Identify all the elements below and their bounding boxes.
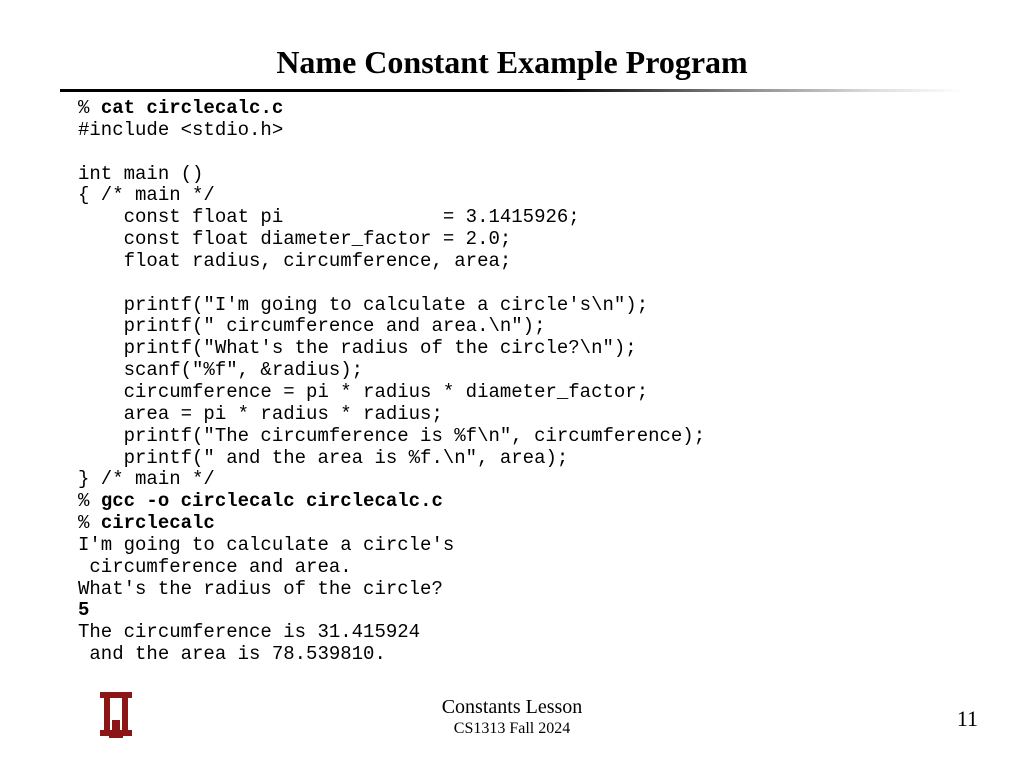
course-label: CS1313 Fall 2024 <box>0 719 1024 738</box>
code-line: circumference = pi * radius * diameter_f… <box>78 381 648 403</box>
cmd-cat: cat circlecalc.c <box>101 97 283 119</box>
prompt: % <box>78 490 101 512</box>
code-line: } /* main */ <box>78 468 215 490</box>
code-block: % cat circlecalc.c #include <stdio.h> in… <box>0 98 1024 666</box>
footer: Constants Lesson CS1313 Fall 2024 11 <box>0 682 1024 738</box>
output-line: I'm going to calculate a circle's <box>78 534 454 556</box>
cmd-run: circlecalc <box>101 512 215 534</box>
code-line: const float pi = 3.1415926; <box>78 206 580 228</box>
title-rule <box>60 89 964 92</box>
code-line: { /* main */ <box>78 184 215 206</box>
output-line: and the area is 78.539810. <box>78 643 386 665</box>
code-line: printf("What's the radius of the circle?… <box>78 337 637 359</box>
footer-center: Constants Lesson CS1313 Fall 2024 <box>0 695 1024 738</box>
output-line: circumference and area. <box>78 556 352 578</box>
slide: Name Constant Example Program % cat circ… <box>0 0 1024 768</box>
prompt: % <box>78 97 101 119</box>
output-line: The circumference is 31.415924 <box>78 621 420 643</box>
code-line: printf(" circumference and area.\n"); <box>78 315 545 337</box>
output-line: What's the radius of the circle? <box>78 578 443 600</box>
lesson-title: Constants Lesson <box>0 695 1024 719</box>
code-line: #include <stdio.h> <box>78 119 283 141</box>
cmd-gcc: gcc -o circlecalc circlecalc.c <box>101 490 443 512</box>
code-line: scanf("%f", &radius); <box>78 359 363 381</box>
page-number: 11 <box>957 706 978 732</box>
code-line: int main () <box>78 163 203 185</box>
slide-title: Name Constant Example Program <box>0 0 1024 89</box>
code-line: const float diameter_factor = 2.0; <box>78 228 511 250</box>
code-line: printf("The circumference is %f\n", circ… <box>78 425 705 447</box>
code-line: area = pi * radius * radius; <box>78 403 443 425</box>
code-line: printf(" and the area is %f.\n", area); <box>78 447 568 469</box>
code-line: printf("I'm going to calculate a circle'… <box>78 294 648 316</box>
code-line: float radius, circumference, area; <box>78 250 511 272</box>
user-input: 5 <box>78 599 89 621</box>
prompt: % <box>78 512 101 534</box>
